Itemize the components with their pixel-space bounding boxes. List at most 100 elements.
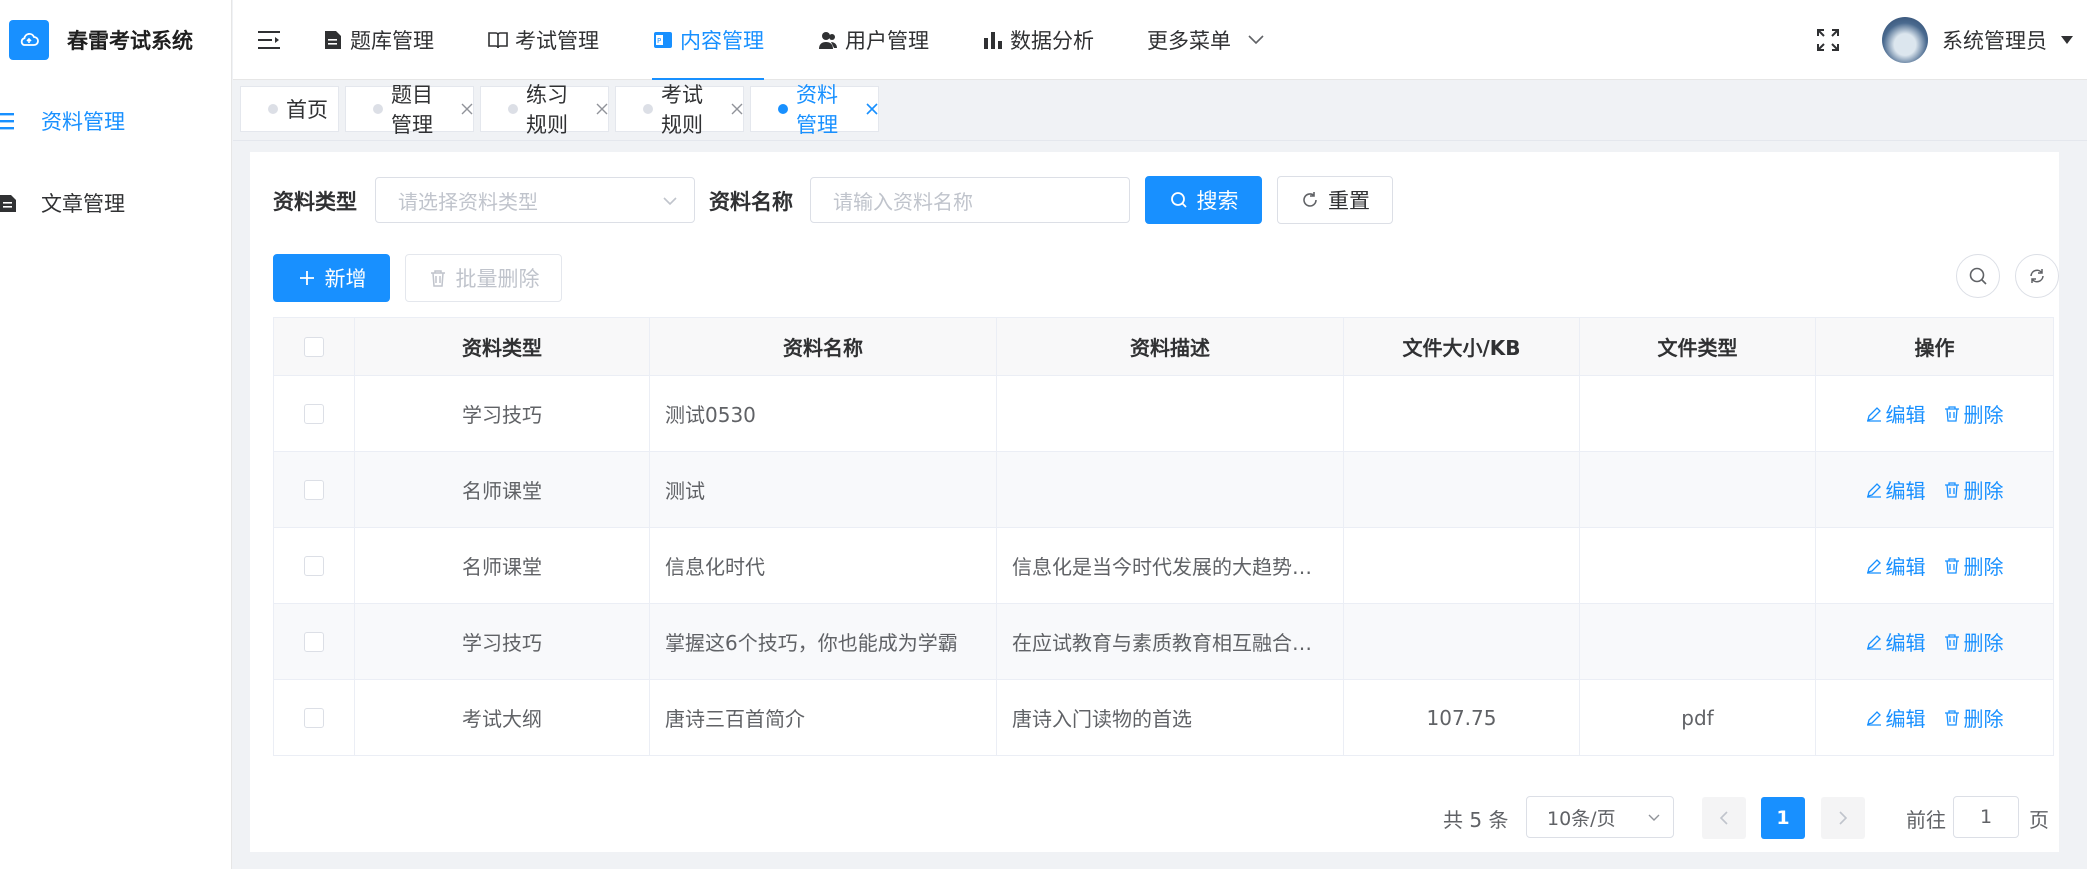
add-button-label: 新增 [324, 267, 367, 291]
toggle-search-button[interactable] [1956, 254, 2000, 298]
search-icon [1969, 267, 1987, 285]
nav-data-analysis[interactable]: 数据分析 [982, 0, 1094, 80]
delete-button[interactable]: 删除 [1944, 399, 2004, 428]
cell-desc [996, 375, 1344, 452]
edit-icon [1866, 557, 1884, 575]
cell-name: 测试0530 [649, 375, 997, 452]
table-row: 学习技巧 掌握这6个技巧，你也能成为学霸 在应试教育与素质教育相互融合… 编辑 删除 [273, 603, 2054, 680]
select-all-checkbox[interactable] [304, 336, 324, 357]
tag-materials[interactable]: 资料管理 [750, 83, 879, 137]
type-select[interactable]: 请选择资料类型 [375, 177, 695, 223]
cell-name: 测试 [649, 451, 997, 528]
cloud-icon [9, 20, 49, 60]
prev-page-button[interactable] [1702, 797, 1746, 839]
goto-prefix: 前往 [1906, 808, 1946, 832]
document-icon [0, 193, 20, 213]
delete-button[interactable]: 删除 [1944, 703, 2004, 732]
batch-delete-button-label: 批量删除 [455, 267, 540, 291]
delete-button[interactable]: 删除 [1944, 627, 2004, 656]
column-header: 资料名称 [649, 317, 997, 376]
nav-label: 数据分析 [1010, 28, 1094, 53]
edit-button[interactable]: 编辑 [1866, 551, 1926, 580]
nav-question-bank[interactable]: 题库管理 [322, 0, 434, 80]
cell-size [1343, 527, 1580, 604]
delete-button[interactable]: 删除 [1944, 475, 2004, 504]
username[interactable]: 系统管理员 [1942, 25, 2047, 55]
row-checkbox[interactable] [304, 479, 324, 500]
cell-desc [996, 451, 1344, 528]
row-checkbox[interactable] [304, 403, 324, 424]
close-icon[interactable] [866, 101, 878, 117]
avatar[interactable] [1882, 17, 1928, 63]
tag-practice-rules[interactable]: 练习规则 [480, 83, 609, 137]
tag-home[interactable]: 首页 [240, 86, 339, 132]
tag-label: 考试规则 [661, 83, 703, 137]
tags-bar: 首页 题目管理 练习规则 考试规则 资料管理 [233, 80, 2087, 141]
chevron-down-icon [1245, 29, 1267, 51]
menu-toggle-icon[interactable] [258, 28, 282, 52]
sidebar-item-label: 资料管理 [41, 110, 125, 134]
tag-exam-rules[interactable]: 考试规则 [615, 83, 744, 137]
cell-size [1343, 603, 1580, 680]
close-icon[interactable] [731, 101, 743, 117]
close-icon[interactable] [596, 101, 608, 117]
cell-type: 考试大纲 [354, 679, 650, 756]
cell-size: 107.75 [1343, 679, 1580, 756]
refresh-table-button[interactable] [2015, 254, 2059, 298]
name-input[interactable]: 请输入资料名称 [810, 177, 1130, 223]
page-size-value: 10条/页 [1547, 807, 1616, 830]
cell-type: 学习技巧 [354, 375, 650, 452]
nav-content[interactable]: P 内容管理 [652, 0, 764, 80]
top-header: 题库管理 考试管理 P 内容管理 用户管理 数据分析 更多菜单 系统管理员 [233, 0, 2087, 80]
column-header: 资料类型 [354, 317, 650, 376]
column-header: 文件类型 [1579, 317, 1816, 376]
tag-dot [778, 104, 788, 114]
row-checkbox[interactable] [304, 555, 324, 576]
fullscreen-icon[interactable] [1814, 26, 1842, 54]
row-select-cell [273, 679, 355, 756]
add-button[interactable]: 新增 [273, 254, 390, 302]
search-button[interactable]: 搜索 [1145, 176, 1262, 224]
edit-button[interactable]: 编辑 [1866, 399, 1926, 428]
batch-delete-button[interactable]: 批量删除 [405, 254, 562, 302]
cell-filetype [1579, 527, 1816, 604]
chevron-down-icon [1648, 814, 1660, 821]
sidebar-item-materials[interactable]: 资料管理 [0, 80, 231, 162]
close-icon[interactable] [461, 101, 473, 117]
column-header: 文件大小/KB [1343, 317, 1580, 376]
nav-more-menu[interactable]: 更多菜单 [1147, 0, 1267, 80]
tag-question-manage[interactable]: 题目管理 [345, 83, 474, 137]
list-icon [0, 111, 20, 131]
goto-page-input[interactable]: 1 [1953, 796, 2019, 838]
select-all-cell [273, 317, 355, 376]
cell-filetype [1579, 451, 1816, 528]
cell-name: 掌握这6个技巧，你也能成为学霸 [649, 603, 997, 680]
edit-label: 编辑 [1885, 479, 1926, 503]
edit-icon [1866, 481, 1884, 499]
edit-button[interactable]: 编辑 [1866, 703, 1926, 732]
row-checkbox[interactable] [304, 707, 324, 728]
cell-desc: 在应试教育与素质教育相互融合… [996, 603, 1344, 680]
nav-label: 题库管理 [350, 28, 434, 53]
caret-down-icon[interactable] [2061, 33, 2075, 47]
delete-button[interactable]: 删除 [1944, 551, 2004, 580]
nav-exam[interactable]: 考试管理 [487, 0, 599, 80]
trash-icon [1944, 481, 1962, 499]
delete-label: 删除 [1963, 479, 2004, 503]
page-size-select[interactable]: 10条/页 [1526, 796, 1674, 838]
nav-label: 更多菜单 [1147, 28, 1231, 53]
nav-label: 考试管理 [515, 28, 599, 53]
reset-button[interactable]: 重置 [1277, 176, 1393, 224]
refresh-icon [1300, 190, 1320, 210]
page-button-current[interactable]: 1 [1761, 797, 1805, 839]
row-checkbox[interactable] [304, 631, 324, 652]
edit-button[interactable]: 编辑 [1866, 627, 1926, 656]
tag-label: 题目管理 [391, 83, 433, 137]
sidebar: 资料管理 文章管理 [0, 80, 232, 869]
edit-button[interactable]: 编辑 [1866, 475, 1926, 504]
nav-users[interactable]: 用户管理 [817, 0, 929, 80]
next-page-button[interactable] [1821, 797, 1865, 839]
sidebar-item-articles[interactable]: 文章管理 [0, 162, 231, 244]
tag-label: 资料管理 [796, 83, 838, 137]
cell-desc: 唐诗入门读物的首选 [996, 679, 1344, 756]
